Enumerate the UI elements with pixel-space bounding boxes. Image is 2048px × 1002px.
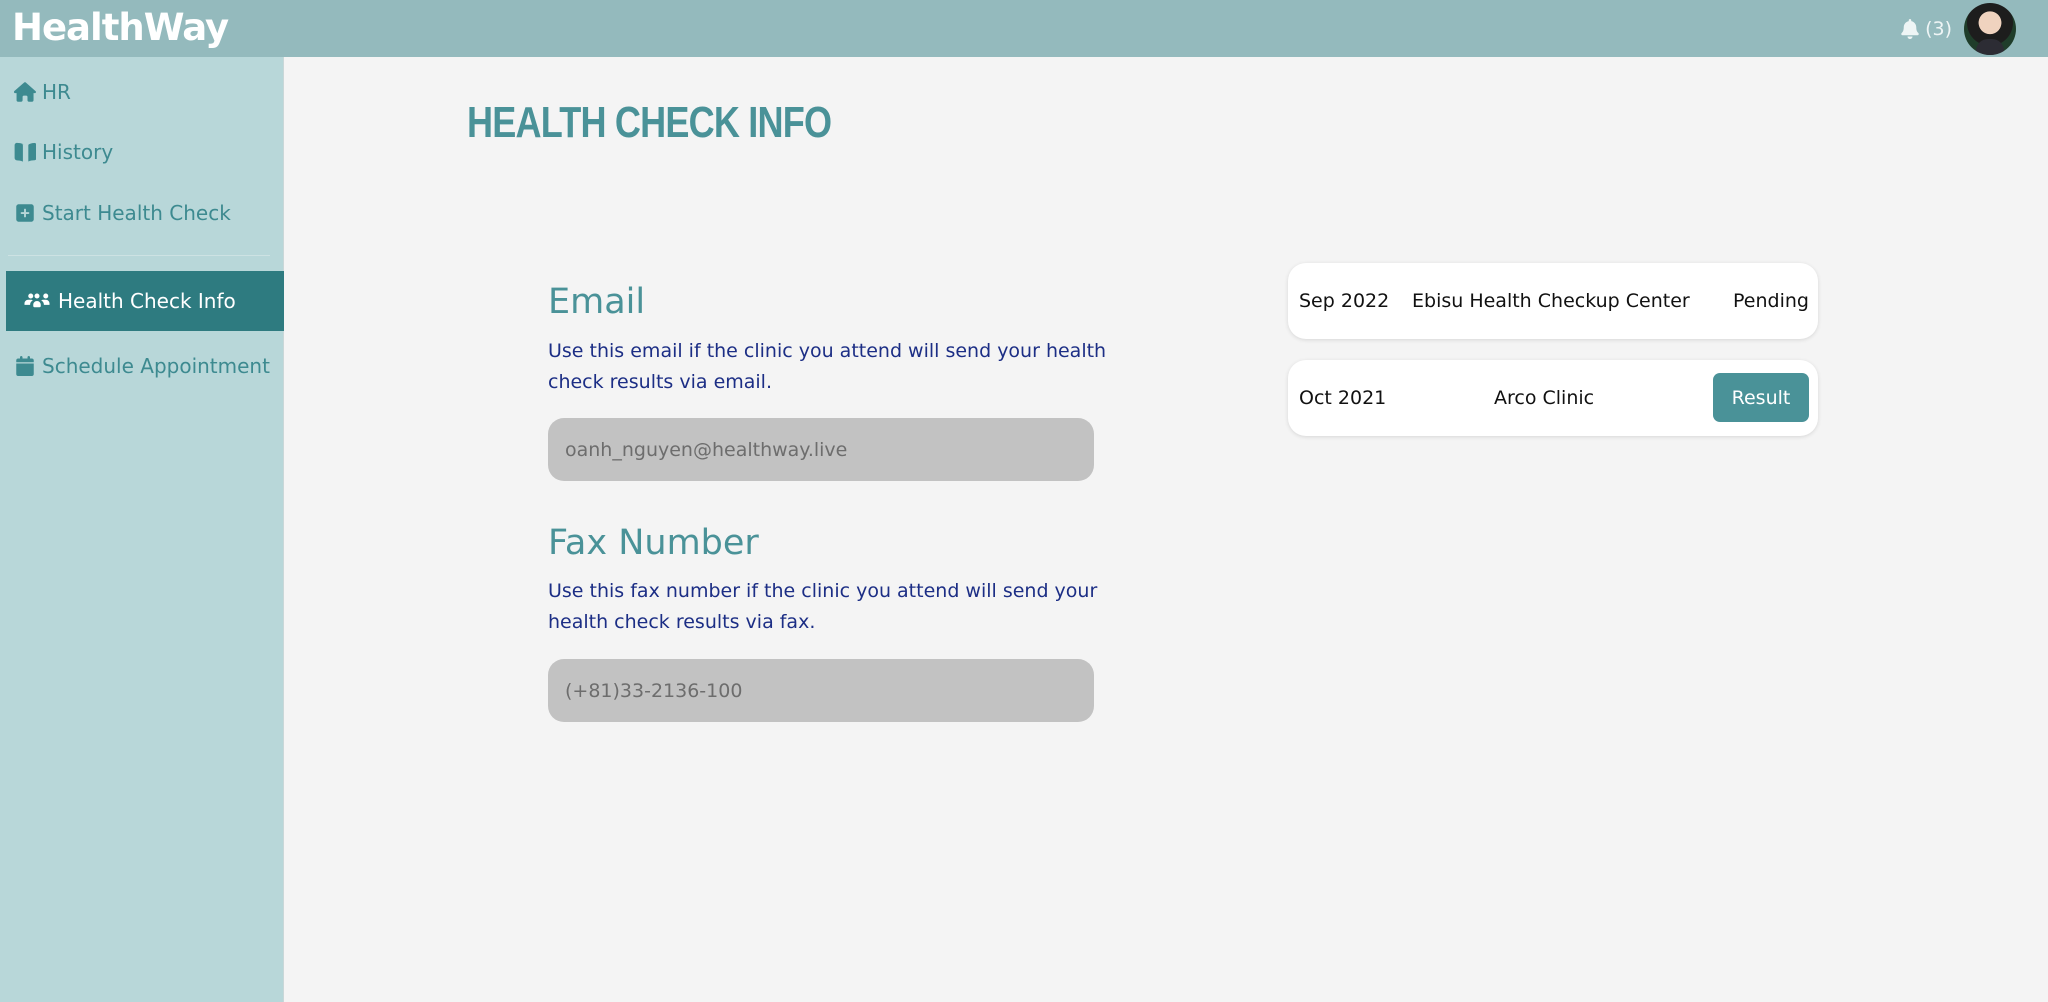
sidebar: HR History Start Health Check Health Che… xyxy=(0,57,284,1002)
user-avatar[interactable] xyxy=(1964,2,2016,55)
sidebar-item-label: Schedule Appointment xyxy=(42,354,270,378)
result-button[interactable]: Result xyxy=(1713,373,1809,422)
sidebar-item-label: HR xyxy=(42,80,71,104)
record-date: Oct 2021 xyxy=(1299,387,1387,409)
top-bar: HealthWay (3) xyxy=(0,0,2048,57)
sidebar-divider xyxy=(8,255,270,256)
record-clinic: Arco Clinic xyxy=(1494,387,1595,409)
fax-description: Use this fax number if the clinic you at… xyxy=(548,580,1098,633)
email-heading: Email xyxy=(548,282,646,322)
sidebar-item-schedule-appointment[interactable]: Schedule Appointment xyxy=(14,354,270,378)
plus-square-icon xyxy=(16,204,34,222)
record-date: Sep 2022 xyxy=(1299,290,1390,312)
sidebar-item-start-health-check[interactable]: Start Health Check xyxy=(14,201,231,225)
calendar-icon xyxy=(16,356,34,376)
fax-field[interactable] xyxy=(548,659,1094,722)
fax-heading: Fax Number xyxy=(548,523,759,563)
page-title: HEALTH CHECK INFO xyxy=(467,98,832,147)
record-clinic: Ebisu Health Checkup Center xyxy=(1412,290,1690,312)
health-check-record: Sep 2022 Ebisu Health Checkup Center Pen… xyxy=(1288,263,1818,339)
sidebar-item-label: History xyxy=(42,140,114,164)
sidebar-item-health-check-info[interactable]: Health Check Info xyxy=(6,271,284,331)
email-description: Use this email if the clinic you attend … xyxy=(548,340,1107,393)
record-status: Pending xyxy=(1733,290,1809,312)
notifications[interactable]: (3) xyxy=(1901,18,1952,40)
sidebar-item-label: Health Check Info xyxy=(58,289,236,313)
home-icon xyxy=(14,82,36,102)
app-logo[interactable]: HealthWay xyxy=(12,6,229,49)
sidebar-item-history[interactable]: History xyxy=(14,140,113,164)
sidebar-item-label: Start Health Check xyxy=(42,201,231,225)
email-field[interactable] xyxy=(548,418,1094,481)
header-actions: (3) xyxy=(1901,0,2016,57)
book-icon xyxy=(14,142,36,162)
bell-icon xyxy=(1901,18,1919,39)
users-icon xyxy=(24,293,50,308)
sidebar-item-hr[interactable]: HR xyxy=(14,80,71,104)
notification-count: (3) xyxy=(1925,17,1952,40)
health-check-record: Oct 2021 Arco Clinic Result xyxy=(1288,360,1818,436)
